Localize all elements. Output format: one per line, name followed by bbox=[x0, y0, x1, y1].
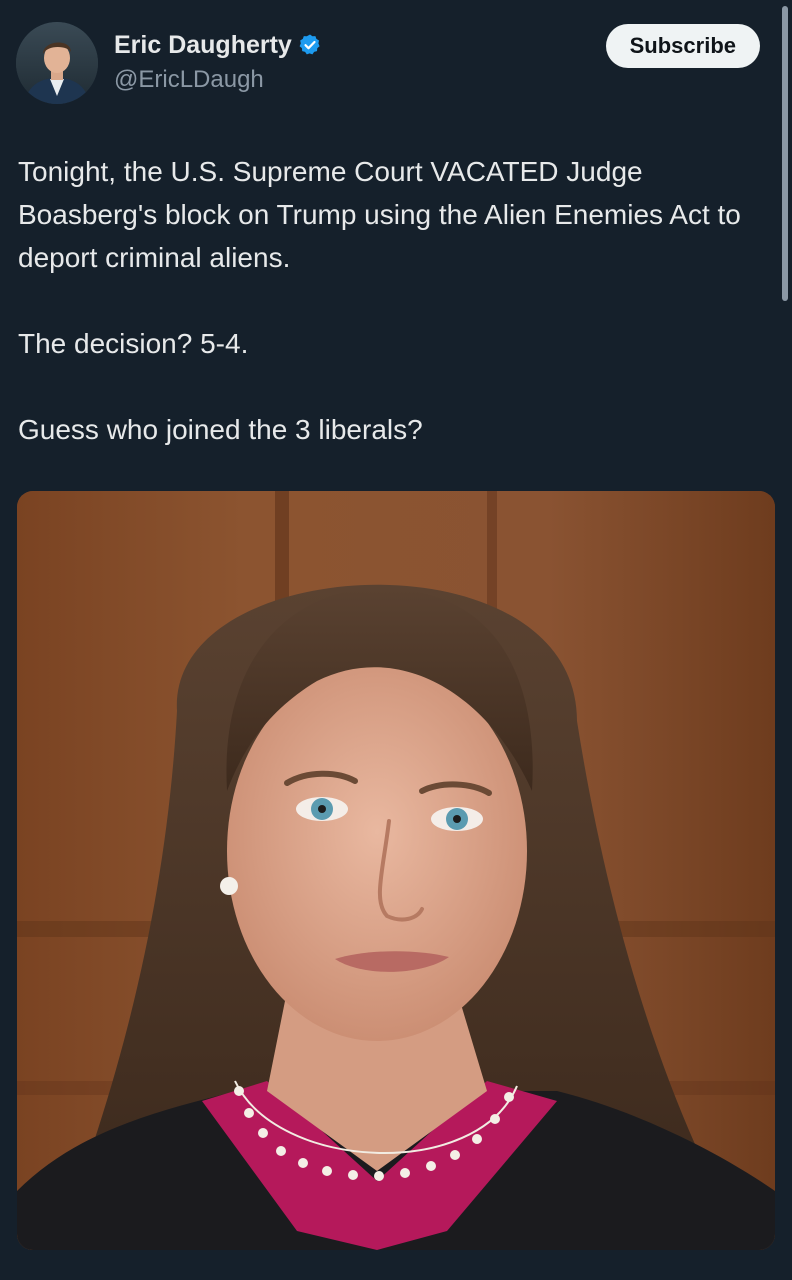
author-display-name[interactable]: Eric Daugherty bbox=[114, 31, 292, 60]
subscribe-button[interactable]: Subscribe bbox=[605, 24, 760, 68]
tweet-paragraph: The decision? 5-4. bbox=[18, 328, 249, 359]
verified-badge-icon[interactable] bbox=[298, 33, 322, 57]
tweet-paragraph: Tonight, the U.S. Supreme Court VACATED … bbox=[18, 156, 741, 273]
tweet-media-photo[interactable] bbox=[17, 491, 775, 1250]
scrollbar-track[interactable] bbox=[780, 0, 788, 1280]
avatar-image bbox=[16, 22, 98, 104]
display-name-row: Eric Daugherty bbox=[114, 28, 322, 62]
tweet-view: Eric Daugherty @EricLDaugh Subscribe Ton… bbox=[0, 0, 792, 1280]
author-avatar[interactable] bbox=[16, 22, 98, 104]
scrollbar-thumb[interactable] bbox=[782, 6, 788, 301]
tweet-header: Eric Daugherty @EricLDaugh Subscribe bbox=[16, 22, 762, 104]
portrait-photo bbox=[17, 491, 775, 1250]
tweet-paragraph: Guess who joined the 3 liberals? bbox=[18, 414, 423, 445]
author-handle[interactable]: @EricLDaugh bbox=[114, 66, 322, 94]
tweet-text: Tonight, the U.S. Supreme Court VACATED … bbox=[18, 150, 762, 451]
author-name-block: Eric Daugherty @EricLDaugh bbox=[114, 28, 322, 94]
